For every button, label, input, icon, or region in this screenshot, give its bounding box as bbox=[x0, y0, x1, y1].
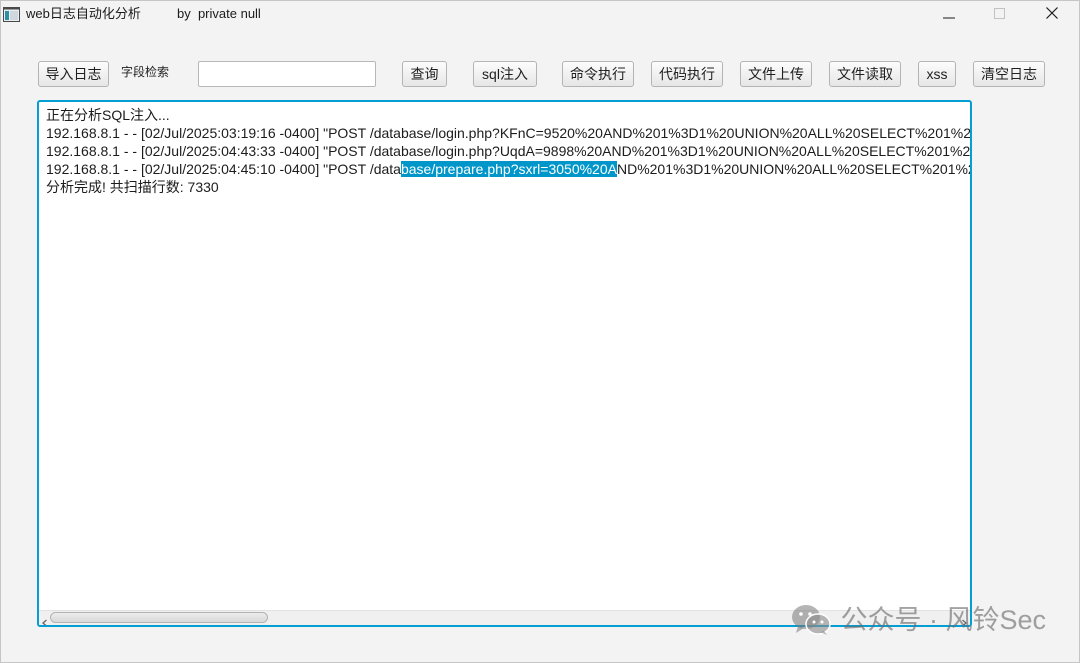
minimize-button[interactable] bbox=[926, 0, 972, 30]
scrollbar-track[interactable] bbox=[50, 612, 958, 623]
title-bar[interactable]: web日志自动化分析 by private null bbox=[0, 0, 1080, 30]
log-line: 192.168.8.1 - - [02/Jul/2025:03:19:16 -0… bbox=[46, 125, 970, 141]
clear-log-button[interactable]: 清空日志 bbox=[973, 61, 1045, 87]
close-icon bbox=[1046, 6, 1058, 24]
log-line: 分析完成! 共扫描行数: 7330 bbox=[46, 179, 219, 195]
import-log-button[interactable]: 导入日志 bbox=[38, 61, 109, 87]
app-window: web日志自动化分析 by private null 导入日志 字段检索 查询 … bbox=[0, 0, 1080, 663]
window-author: by private null bbox=[177, 6, 261, 21]
query-button[interactable]: 查询 bbox=[402, 61, 447, 87]
command-exec-button[interactable]: 命令执行 bbox=[562, 61, 634, 87]
field-search-label: 字段检索 bbox=[121, 65, 170, 79]
sql-injection-button[interactable]: sql注入 bbox=[473, 61, 537, 87]
scrollbar-thumb[interactable] bbox=[50, 612, 268, 623]
code-exec-button[interactable]: 代码执行 bbox=[651, 61, 723, 87]
scroll-left-arrow-icon[interactable] bbox=[41, 614, 49, 625]
xss-button[interactable]: xss bbox=[918, 61, 956, 87]
selected-text: base/prepare.php?sxrl=3050%20A bbox=[400, 161, 617, 177]
log-line-before-selection: 192.168.8.1 - - [02/Jul/2025:04:45:10 -0… bbox=[46, 161, 401, 177]
maximize-button[interactable] bbox=[976, 0, 1022, 30]
log-line: 192.168.8.1 - - [02/Jul/2025:04:45:10 -0… bbox=[46, 160, 970, 178]
maximize-icon bbox=[993, 6, 1005, 24]
close-button[interactable] bbox=[1029, 0, 1075, 30]
file-upload-button[interactable]: 文件上传 bbox=[740, 61, 812, 87]
field-search-input[interactable] bbox=[198, 61, 376, 87]
log-line: 192.168.8.1 - - [02/Jul/2025:04:43:33 -0… bbox=[46, 143, 970, 159]
app-window-icon bbox=[3, 7, 20, 22]
log-line-after-selection: ND%201%3D1%20UNION%20ALL%20SELECT%201%2 bbox=[616, 161, 970, 177]
log-output-textarea[interactable]: 正在分析SQL注入... 192.168.8.1 - - [02/Jul/202… bbox=[37, 100, 972, 627]
file-read-button[interactable]: 文件读取 bbox=[829, 61, 901, 87]
minimize-icon bbox=[943, 6, 955, 24]
window-title: web日志自动化分析 bbox=[26, 6, 141, 21]
horizontal-scrollbar[interactable] bbox=[39, 610, 970, 625]
scroll-right-arrow-icon[interactable] bbox=[960, 614, 968, 625]
log-content: 正在分析SQL注入... 192.168.8.1 - - [02/Jul/202… bbox=[39, 102, 970, 610]
log-line: 正在分析SQL注入... bbox=[46, 107, 170, 123]
